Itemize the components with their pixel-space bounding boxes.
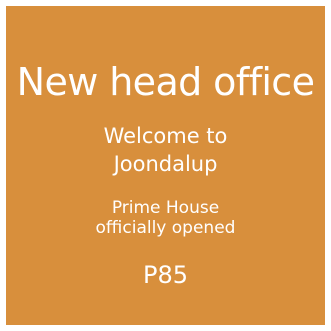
tile-blurb: Prime House officially opened [6,198,325,238]
tile-headline: New head office [16,60,315,104]
tile-subheading: Welcome to Joondalup [6,122,325,178]
subheading-line-2: Joondalup [113,152,218,176]
feature-tile[interactable]: New head office Welcome to Joondalup Pri… [6,6,325,325]
subheading-line-1: Welcome to [103,124,228,148]
blurb-line-2: officially opened [95,218,236,238]
blurb-line-1: Prime House [111,198,220,218]
page-reference: P85 [142,261,188,289]
